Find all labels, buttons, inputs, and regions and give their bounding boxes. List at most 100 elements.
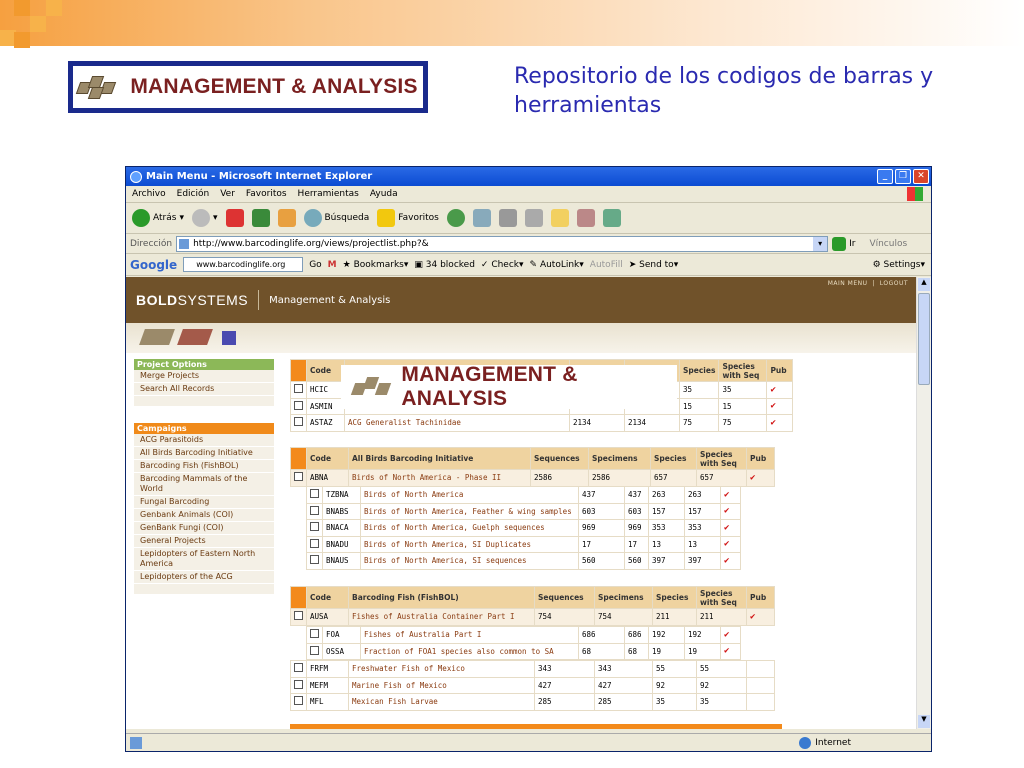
bookmarks-button[interactable]: ★ Bookmarks▾ (343, 260, 409, 270)
popup-blocker[interactable]: ▣ 34 blocked (414, 260, 475, 270)
row-checkbox[interactable] (294, 611, 303, 621)
row-checkbox[interactable] (310, 489, 319, 499)
row-checkbox[interactable] (294, 417, 303, 427)
campaign-link[interactable]: Genbank Animals (COI) (134, 509, 274, 522)
favorites-button[interactable]: Favoritos (377, 209, 439, 227)
star-icon (377, 209, 396, 227)
print-icon[interactable] (498, 209, 517, 227)
menu-archivo[interactable]: Archivo (132, 189, 166, 199)
logout-link[interactable]: LOGOUT (880, 280, 908, 287)
project-link[interactable]: Birds of North America, SI Duplicates (360, 535, 579, 553)
home-icon[interactable] (277, 209, 296, 227)
table-row: FRFM Freshwater Fish of Mexico 343 343 5… (290, 660, 775, 678)
project-link[interactable]: Birds of North America, Guelph sequences (360, 519, 579, 537)
mail-icon[interactable] (472, 209, 491, 227)
menu-ver[interactable]: Ver (220, 189, 235, 199)
row-checkbox[interactable] (310, 538, 319, 548)
history-icon[interactable] (446, 209, 465, 227)
campaigns-panel: Campaigns ACG Parasitoids All Birds Barc… (134, 423, 274, 594)
autofill-button[interactable]: AutoFill (590, 260, 623, 270)
menu-herramientas[interactable]: Herramientas (298, 189, 359, 199)
row-checkbox[interactable] (294, 400, 303, 410)
row-checkbox[interactable] (294, 384, 303, 394)
campaign-link[interactable]: Lepidopters of Eastern North America (134, 548, 274, 571)
project-link[interactable]: Birds of North America - Phase II (348, 469, 531, 487)
header-divider (258, 290, 260, 310)
row-checkbox[interactable] (310, 505, 319, 515)
menu-favoritos[interactable]: Favoritos (246, 189, 287, 199)
maximize-button[interactable]: ❐ (895, 169, 911, 184)
close-button[interactable]: ✕ (913, 169, 929, 184)
scroll-down-icon[interactable]: ▼ (918, 715, 930, 728)
send-to-button[interactable]: ➤ Send to▾ (629, 260, 679, 270)
go-arrow-icon (832, 236, 847, 251)
published-check-icon: ✔ (720, 642, 741, 660)
management-analysis-logo: MANAGEMENT & ANALYSIS (68, 61, 428, 113)
published-check-icon: ✔ (766, 381, 794, 399)
campaign-link[interactable]: GenBank Fungi (COI) (134, 522, 274, 535)
menu-ayuda[interactable]: Ayuda (370, 189, 398, 199)
links-label[interactable]: Vínculos (869, 239, 907, 249)
campaign-link[interactable]: Barcoding Mammals of the World (134, 473, 274, 496)
chevron-down-icon[interactable]: ▾ (813, 236, 828, 251)
project-link[interactable]: Birds of North America, SI sequences (360, 552, 579, 570)
campaign-link[interactable]: Fungal Barcoding (134, 496, 274, 509)
merge-projects-link[interactable]: Merge Projects (134, 370, 274, 383)
refresh-icon[interactable] (251, 209, 270, 227)
row-checkbox[interactable] (294, 696, 303, 706)
project-link[interactable]: Fishes of Australia Part I (360, 626, 579, 644)
autolink-button[interactable]: ✎ AutoLink▾ (530, 260, 584, 270)
campaign-table-fish: Code Barcoding Fish (FishBOL) Sequences … (290, 586, 775, 626)
settings-button[interactable]: ⚙ Settings▾ (873, 260, 925, 270)
row-checkbox[interactable] (294, 679, 303, 689)
spellcheck-button[interactable]: ✓ Check▾ (481, 260, 524, 270)
project-link[interactable]: Freshwater Fish of Mexico (348, 660, 535, 678)
address-input[interactable]: http://www.barcodinglife.org/views/proje… (176, 235, 829, 252)
project-link[interactable]: Fraction of FOA1 species also common to … (360, 642, 579, 660)
vertical-scrollbar[interactable]: ▲ ▼ (916, 277, 931, 729)
row-checkbox[interactable] (294, 663, 303, 673)
row-checkbox[interactable] (310, 522, 319, 532)
project-link[interactable]: ACG Generalist Tachinidae (344, 414, 570, 432)
bold-systems-logo[interactable]: BOLDSYSTEMS (136, 292, 248, 308)
published-check-icon: ✔ (720, 486, 741, 504)
campaign-link[interactable]: All Birds Barcoding Initiative (134, 447, 274, 460)
search-all-records-link[interactable]: Search All Records (134, 383, 274, 396)
project-link[interactable]: Marine Fish of Mexico (348, 676, 535, 694)
scroll-up-icon[interactable]: ▲ (918, 278, 930, 291)
project-link[interactable]: Mexican Fish Larvae (348, 693, 535, 711)
row-checkbox[interactable] (294, 472, 303, 482)
standard-toolbar: Atrás ▾ ▾ Búsqueda Favoritos (126, 203, 931, 234)
campaign-link[interactable]: Lepidopters of the ACG (134, 571, 274, 584)
scroll-thumb[interactable] (918, 293, 930, 385)
gmail-icon[interactable]: M (328, 260, 337, 270)
edit-icon[interactable] (524, 209, 543, 227)
project-link[interactable]: Birds of North America (360, 486, 579, 504)
subproject-table-fish: FOA Fishes of Australia Part I 686 686 1… (306, 626, 741, 660)
google-search-input[interactable]: www.barcodinglife.org (183, 257, 304, 272)
back-button[interactable]: Atrás ▾ (132, 209, 184, 227)
project-link[interactable]: Fishes of Australia Container Part I (348, 608, 535, 626)
row-checkbox[interactable] (310, 555, 319, 565)
go-button[interactable]: Ir (832, 236, 855, 251)
search-button[interactable]: Búsqueda (303, 209, 369, 227)
campaign-link[interactable]: Barcoding Fish (FishBOL) (134, 460, 274, 473)
google-go-button[interactable]: Go (309, 260, 321, 270)
row-checkbox[interactable] (310, 629, 319, 639)
section-title: Management & Analysis (269, 294, 391, 306)
minimize-button[interactable]: _ (877, 169, 893, 184)
campaign-link[interactable]: ACG Parasitoids (134, 434, 274, 447)
forward-button[interactable]: ▾ (191, 209, 218, 227)
menu-edicion[interactable]: Edición (177, 189, 210, 199)
project-link[interactable]: Birds of North America, Feather & wing s… (360, 502, 579, 520)
row-checkbox[interactable] (310, 645, 319, 655)
research-icon[interactable] (576, 209, 595, 227)
column-header: Barcoding Fish (FishBOL) (348, 586, 535, 609)
campaign-link[interactable]: General Projects (134, 535, 274, 548)
messenger-icon[interactable] (602, 209, 621, 227)
main-menu-link[interactable]: MAIN MENU (828, 280, 868, 287)
published-check-icon: ✔ (720, 552, 741, 570)
stop-icon[interactable] (225, 209, 244, 227)
column-header: Sequences (530, 447, 589, 470)
folder-icon[interactable] (550, 209, 569, 227)
